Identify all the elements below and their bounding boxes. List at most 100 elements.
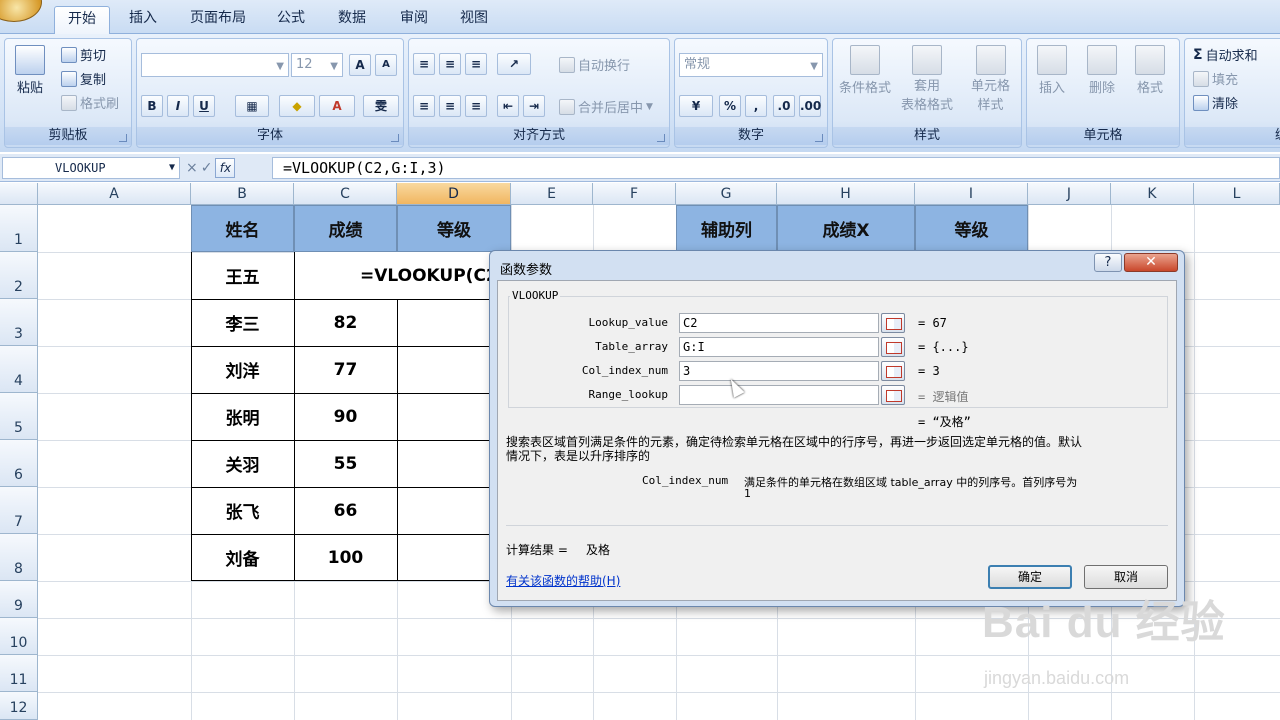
row-header-8[interactable]: 8 <box>0 534 38 581</box>
collapse-dialog-icon[interactable] <box>881 385 905 405</box>
function-help-link[interactable]: 有关该函数的帮助(H) <box>506 572 620 589</box>
tab-review[interactable]: 审阅 <box>388 6 440 34</box>
orientation-icon[interactable]: ↗ <box>497 53 531 75</box>
col-header-k[interactable]: K <box>1111 183 1194 205</box>
underline-button[interactable]: U <box>193 95 215 117</box>
autosum-button[interactable]: Σ 自动求和 <box>1193 45 1258 65</box>
cell-b7[interactable]: 张飞 <box>191 487 294 534</box>
cut-button[interactable]: 剪切 <box>61 45 106 64</box>
enter-icon[interactable]: ✓ <box>201 160 213 176</box>
col-header-h[interactable]: H <box>777 183 915 205</box>
row-header-1[interactable]: 1 <box>0 205 38 252</box>
align-center-icon[interactable]: ≡ <box>439 95 461 117</box>
insert-function-icon[interactable]: fx <box>215 158 236 178</box>
cell-c8[interactable]: 100 <box>294 534 397 581</box>
comma-button[interactable]: , <box>745 95 767 117</box>
cell-c6[interactable]: 55 <box>294 440 397 487</box>
clear-button[interactable]: 清除 <box>1193 93 1238 112</box>
clipboard-launcher-icon[interactable] <box>119 134 127 142</box>
col-header-g[interactable]: G <box>676 183 777 205</box>
col-header-c[interactable]: C <box>294 183 397 205</box>
cell-c5[interactable]: 90 <box>294 393 397 440</box>
currency-icon[interactable]: ¥ <box>679 95 713 117</box>
col-header-i[interactable]: I <box>915 183 1028 205</box>
borders-button[interactable]: ▦ <box>235 95 269 117</box>
number-launcher-icon[interactable] <box>815 134 823 142</box>
align-top-icon[interactable]: ≡ <box>413 53 435 75</box>
align-middle-icon[interactable]: ≡ <box>439 53 461 75</box>
font-name-combo[interactable]: ▼ <box>141 53 289 77</box>
cell-b3[interactable]: 李三 <box>191 299 294 346</box>
formula-input[interactable]: =VLOOKUP(C2,G:I,3) <box>272 157 1280 179</box>
align-left-icon[interactable]: ≡ <box>413 95 435 117</box>
format-painter-button[interactable]: 格式刷 <box>61 93 119 112</box>
range-lookup-input[interactable] <box>679 385 879 405</box>
tab-insert[interactable]: 插入 <box>118 6 168 34</box>
cell-b2[interactable]: 王五 <box>191 252 294 299</box>
cell-b5[interactable]: 张明 <box>191 393 294 440</box>
row-header-2[interactable]: 2 <box>0 252 38 299</box>
row-header-7[interactable]: 7 <box>0 487 38 534</box>
row-header-5[interactable]: 5 <box>0 393 38 440</box>
phonetic-button[interactable]: 雯 <box>363 95 399 117</box>
select-all-corner[interactable] <box>0 183 38 205</box>
cell-d1[interactable]: 等级 <box>397 205 511 252</box>
alignment-launcher-icon[interactable] <box>657 134 665 142</box>
collapse-dialog-icon[interactable] <box>881 313 905 333</box>
cell-b8[interactable]: 刘备 <box>191 534 294 581</box>
italic-button[interactable]: I <box>167 95 189 117</box>
tab-page-layout[interactable]: 页面布局 <box>180 6 256 34</box>
tab-home[interactable]: 开始 <box>54 6 110 34</box>
fill-button[interactable]: 填充 <box>1193 69 1238 88</box>
cell-c4[interactable]: 77 <box>294 346 397 393</box>
number-format-combo[interactable]: 常规 ▼ <box>679 53 823 77</box>
row-header-3[interactable]: 3 <box>0 299 38 346</box>
cell-styles-button[interactable]: 单元格 样式 <box>971 45 1010 113</box>
col-header-f[interactable]: F <box>593 183 676 205</box>
bold-button[interactable]: B <box>141 95 163 117</box>
collapse-dialog-icon[interactable] <box>881 361 905 381</box>
conditional-format-button[interactable]: 条件格式 <box>839 45 891 96</box>
row-header-4[interactable]: 4 <box>0 346 38 393</box>
grow-font-button[interactable]: A <box>349 54 371 76</box>
font-launcher-icon[interactable] <box>391 134 399 142</box>
decrease-indent-icon[interactable]: ⇤ <box>497 95 519 117</box>
lookup-value-input[interactable]: C2 <box>679 313 879 333</box>
cell-c7[interactable]: 66 <box>294 487 397 534</box>
name-box[interactable]: VLOOKUP ▼ <box>2 157 180 179</box>
cell-c1[interactable]: 成绩 <box>294 205 397 252</box>
align-bottom-icon[interactable]: ≡ <box>465 53 487 75</box>
tab-view[interactable]: 视图 <box>450 6 498 34</box>
cell-i1[interactable]: 等级 <box>915 205 1028 252</box>
help-button[interactable]: ? <box>1094 253 1122 272</box>
row-header-6[interactable]: 6 <box>0 440 38 487</box>
col-header-d[interactable]: D <box>397 183 511 205</box>
row-header-10[interactable]: 10 <box>0 618 38 655</box>
cell-d2-editing[interactable]: =VLOOKUP(C2,G <box>294 252 511 299</box>
col-header-l[interactable]: L <box>1194 183 1280 205</box>
cell-h1[interactable]: 成绩X <box>777 205 915 252</box>
col-header-b[interactable]: B <box>191 183 294 205</box>
delete-cells-button[interactable]: 删除 <box>1087 45 1117 96</box>
paste-button[interactable]: 粘贴 <box>15 45 45 96</box>
merge-center-button[interactable]: 合并后居中 ▼ <box>559 97 653 116</box>
shrink-font-button[interactable]: A <box>375 54 397 76</box>
row-header-11[interactable]: 11 <box>0 655 38 692</box>
col-index-num-input[interactable]: 3 <box>679 361 879 381</box>
percent-button[interactable]: % <box>719 95 741 117</box>
cell-b4[interactable]: 刘洋 <box>191 346 294 393</box>
cell-b6[interactable]: 关羽 <box>191 440 294 487</box>
col-header-e[interactable]: E <box>511 183 593 205</box>
cancel-icon[interactable]: × <box>186 160 198 176</box>
row-header-9[interactable]: 9 <box>0 581 38 618</box>
copy-button[interactable]: 复制 <box>61 69 106 88</box>
collapse-dialog-icon[interactable] <box>881 337 905 357</box>
col-header-a[interactable]: A <box>38 183 191 205</box>
office-button[interactable] <box>0 0 42 22</box>
close-button[interactable]: ✕ <box>1124 253 1178 272</box>
align-right-icon[interactable]: ≡ <box>465 95 487 117</box>
table-array-input[interactable]: G:I <box>679 337 879 357</box>
cell-g1[interactable]: 辅助列 <box>676 205 777 252</box>
format-cells-button[interactable]: 格式 <box>1135 45 1165 96</box>
format-as-table-button[interactable]: 套用 表格格式 <box>901 45 953 113</box>
